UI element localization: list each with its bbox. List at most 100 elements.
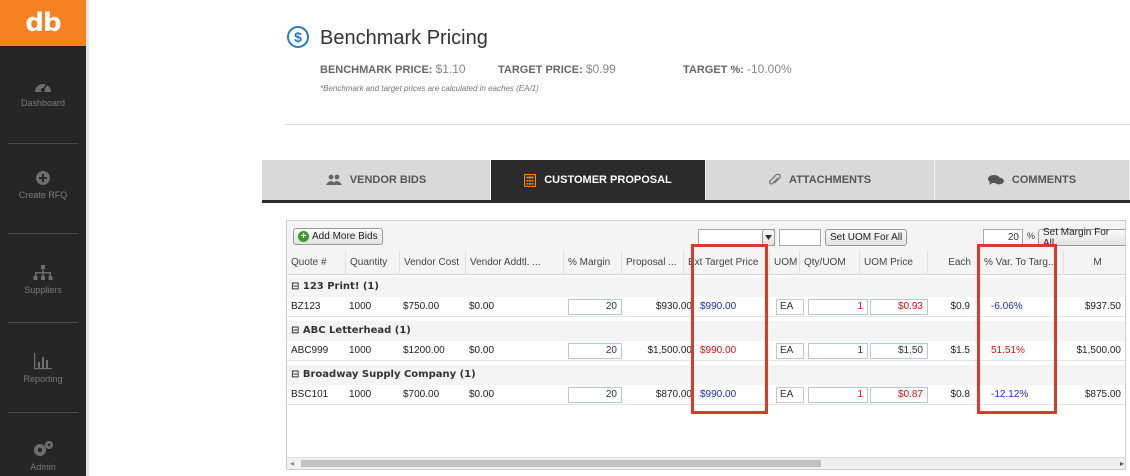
tab-vendor-bids[interactable]: VENDOR BIDS — [262, 160, 491, 200]
tab-bar: VENDOR BIDS CUSTOMER PROPOSAL ATTACHMENT… — [262, 160, 1130, 202]
vendor-cost: $1200.00 — [403, 345, 445, 356]
margin-field[interactable]: 20 — [568, 299, 622, 315]
quote-number: ABC999 — [291, 345, 329, 356]
ext-target-price-highlight — [691, 244, 768, 414]
users-icon — [325, 174, 342, 185]
qty-uom-field[interactable]: 1 — [808, 387, 868, 403]
m-value: $937.50 — [1084, 301, 1121, 312]
proposal-price: $870.00 — [655, 389, 692, 400]
sidebar-item-suppliers[interactable]: Suppliers — [0, 265, 86, 295]
target-percent: TARGET %: -10.00% — [683, 62, 792, 76]
uom-price-field[interactable]: $0.87 — [870, 387, 928, 403]
tab-label: VENDOR BIDS — [349, 174, 427, 186]
m-value: $1,500.00 — [1076, 345, 1122, 356]
column-header[interactable]: % Margin — [563, 251, 621, 275]
tab-label: ATTACHMENTS — [788, 174, 872, 186]
sidebar-item-label: Admin — [30, 462, 56, 472]
sidebar-divider — [8, 322, 78, 323]
target-price-label: TARGET PRICE: — [498, 64, 583, 76]
add-more-bids-button[interactable]: + Add More Bids — [293, 228, 383, 245]
sidebar-item-label: Dashboard — [20, 98, 66, 108]
plus-circle-icon: + — [298, 231, 309, 242]
column-header[interactable]: UOM — [769, 251, 799, 275]
org-chart-icon — [33, 265, 53, 280]
quantity: 1000 — [349, 301, 372, 312]
target-percent-label: TARGET %: — [683, 64, 744, 76]
tab-underline — [262, 200, 1130, 203]
uom-field[interactable]: EA — [776, 387, 804, 403]
uom-field[interactable]: EA — [776, 299, 804, 315]
vendor-cost: $700.00 — [403, 389, 440, 400]
column-header[interactable]: Proposal ... — [621, 251, 683, 275]
vendor-addtl: $0.00 — [469, 389, 495, 400]
each-price: $0.8 — [950, 389, 970, 400]
paperclip-icon — [768, 173, 781, 185]
column-header[interactable]: Vendor Addtl. ... — [465, 251, 563, 275]
group-name: Broadway Supply Company (1) — [302, 369, 476, 380]
qty-uom-field[interactable]: 1 — [808, 299, 868, 315]
group-name: 123 Print! (1) — [302, 281, 379, 292]
proposal-price: $1,500.00 — [647, 345, 693, 356]
chat-icon — [987, 175, 1004, 185]
m-value: $875.00 — [1084, 389, 1121, 400]
benchmark-price: BENCHMARK PRICE: $1.10 — [320, 62, 466, 76]
column-header[interactable]: Quote # — [287, 251, 345, 275]
uom-price-field[interactable]: $0.93 — [870, 299, 928, 315]
column-header[interactable]: Vendor Cost — [399, 251, 465, 275]
uom-field[interactable]: EA — [776, 343, 804, 359]
vendor-cost: $750.00 — [403, 301, 440, 312]
qty-uom-field[interactable]: 1 — [808, 343, 868, 359]
tab-comments[interactable]: COMMENTS — [935, 160, 1130, 200]
column-header[interactable]: UOM Price — [859, 251, 927, 275]
tab-customer-proposal[interactable]: CUSTOMER PROPOSAL — [491, 160, 706, 200]
scrollbar-thumb[interactable] — [301, 460, 821, 467]
column-header[interactable]: Each — [927, 251, 979, 275]
benchmark-price-label: BENCHMARK PRICE: — [320, 64, 433, 76]
variance-highlight — [977, 244, 1057, 414]
gears-icon — [34, 441, 53, 456]
header-divider — [285, 124, 1130, 125]
vendor-addtl: $0.00 — [469, 301, 495, 312]
sidebar-item-dashboard[interactable]: Dashboard — [0, 78, 86, 108]
margin-field[interactable]: 20 — [568, 387, 622, 403]
tab-label: CUSTOMER PROPOSAL — [544, 174, 672, 186]
each-price: $1.5 — [950, 345, 970, 356]
uom-input[interactable] — [779, 229, 821, 246]
gauge-icon — [35, 83, 51, 92]
margin-field[interactable]: 20 — [568, 343, 622, 359]
app-logo[interactable]: db — [0, 0, 86, 46]
column-header[interactable]: M — [1063, 251, 1125, 275]
uom-price-field[interactable]: $1.50 — [870, 343, 928, 359]
column-header[interactable]: Qty/UOM — [799, 251, 859, 275]
scroll-right-icon[interactable]: ▸ — [1120, 459, 1124, 468]
quantity: 1000 — [349, 345, 372, 356]
each-price: $0.9 — [950, 301, 970, 312]
group-name: ABC Letterhead (1) — [302, 325, 411, 336]
horizontal-scrollbar[interactable]: ◂ ▸ — [287, 457, 1125, 469]
quote-number: BSC101 — [291, 389, 329, 400]
target-percent-value: -10.00% — [746, 62, 792, 76]
sidebar-divider — [8, 143, 78, 144]
sidebar-item-admin[interactable]: Admin — [0, 440, 86, 472]
proposal-price: $930.00 — [655, 301, 692, 312]
sidebar-item-label: Create RFQ — [18, 190, 68, 200]
add-more-bids-label: Add More Bids — [312, 231, 378, 242]
quantity: 1000 — [349, 389, 372, 400]
page-title: Benchmark Pricing — [320, 27, 488, 49]
sidebar-item-create-rfq[interactable]: Create RFQ — [0, 170, 86, 200]
column-header[interactable]: Quantity — [345, 251, 399, 275]
sidebar-item-reporting[interactable]: Reporting — [0, 352, 86, 384]
scroll-left-icon[interactable]: ◂ — [290, 459, 294, 468]
tab-label: COMMENTS — [1011, 174, 1077, 186]
set-uom-for-all-button[interactable]: Set UOM For All — [825, 229, 908, 246]
target-price: TARGET PRICE: $0.99 — [498, 62, 616, 76]
plus-circle-icon — [36, 171, 50, 185]
tab-attachments[interactable]: ATTACHMENTS — [706, 160, 935, 200]
sidebar-divider — [8, 412, 78, 413]
target-price-value: $0.99 — [585, 62, 616, 76]
sidebar-item-label: Suppliers — [24, 285, 62, 295]
margin-percent-label: % — [1027, 231, 1036, 241]
bar-chart-icon — [34, 353, 52, 370]
sidebar: db Dashboard Create RFQ Suppliers Report… — [0, 0, 86, 476]
benchmark-price-value: $1.10 — [435, 62, 466, 76]
